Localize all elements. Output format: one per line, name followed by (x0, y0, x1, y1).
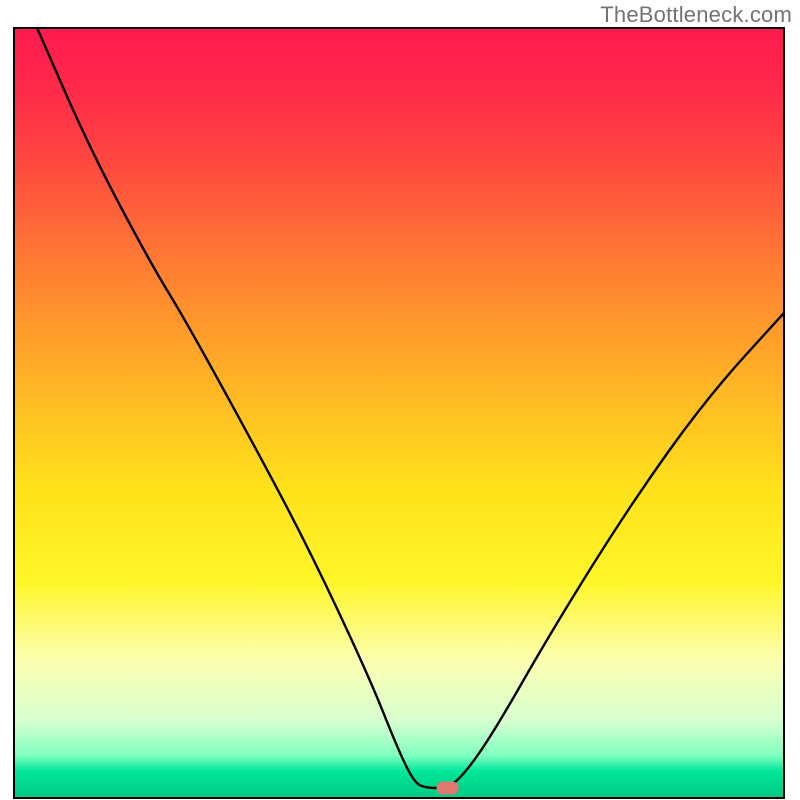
bottleneck-chart (0, 0, 800, 800)
chart-container: TheBottleneck.com (0, 0, 800, 800)
optimal-marker (437, 781, 459, 794)
gradient-background (14, 28, 784, 798)
plot-area (14, 28, 784, 798)
watermark-text: TheBottleneck.com (600, 2, 792, 28)
